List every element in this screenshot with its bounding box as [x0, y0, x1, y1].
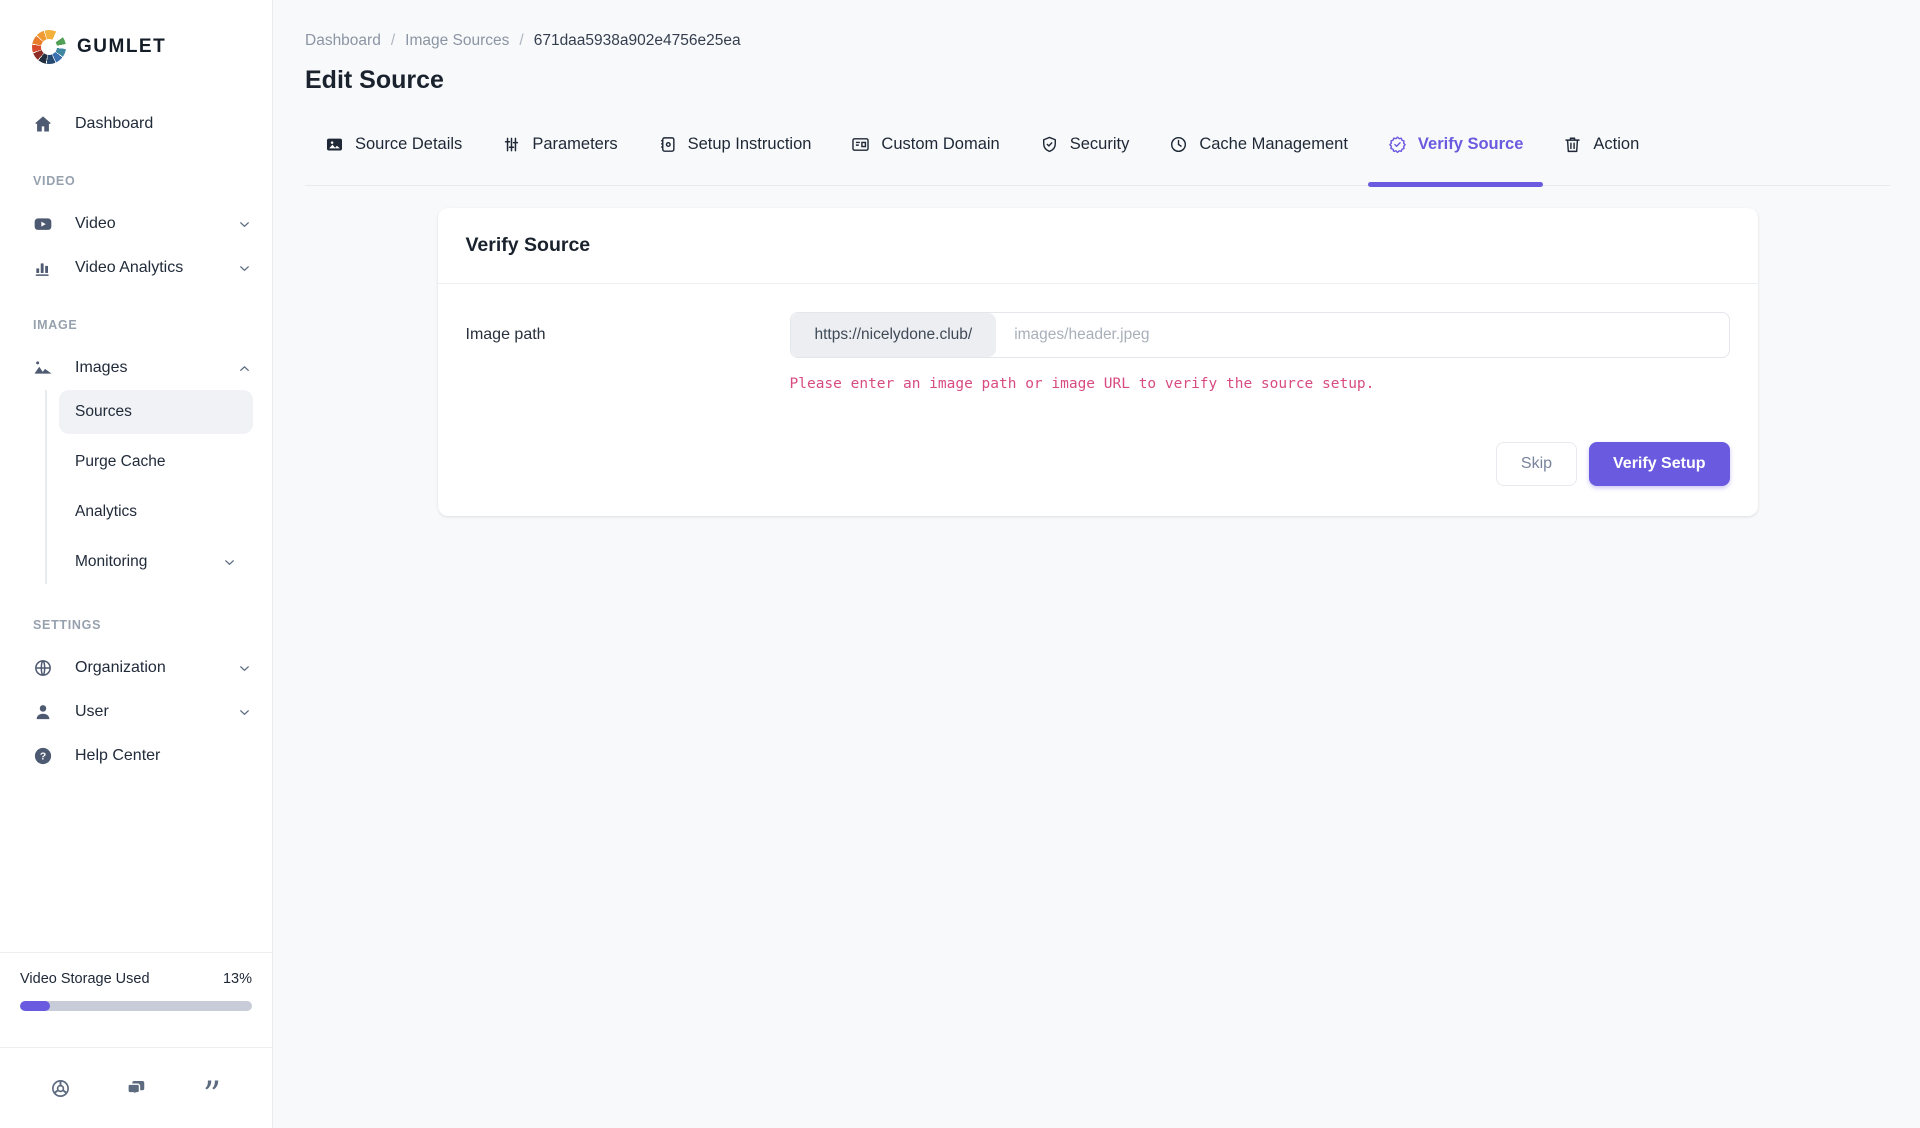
- card-header: Verify Source: [438, 208, 1758, 284]
- sidebar-section-label: SETTINGS: [0, 590, 272, 646]
- tab-label: Setup Instruction: [688, 131, 812, 157]
- trash-icon: [1563, 135, 1582, 154]
- sidebar: GUMLET Dashboard VIDEO Video Video Analytic…: [0, 0, 273, 1128]
- verify-source-card: Verify Source Image path https://nicelyd…: [438, 208, 1758, 516]
- sidebar-subitem-label: Sources: [75, 403, 132, 421]
- card-title: Verify Source: [466, 234, 1730, 257]
- tab-security[interactable]: Security: [1020, 131, 1150, 185]
- tab-source-details[interactable]: Source Details: [305, 131, 482, 185]
- storage-percent: 13%: [223, 971, 252, 987]
- user-icon: [33, 702, 53, 722]
- sidebar-item-label: Help Center: [75, 747, 160, 765]
- chevron-down-icon: [237, 261, 252, 276]
- tab-label: Action: [1593, 131, 1639, 157]
- storage-label: Video Storage Used: [20, 971, 150, 987]
- tab-custom-domain[interactable]: Custom Domain: [831, 131, 1019, 185]
- sidebar-item-label: Images: [75, 359, 127, 377]
- video-icon: [33, 214, 53, 234]
- chat-icon[interactable]: [124, 1076, 148, 1100]
- breadcrumb-item[interactable]: Image Sources: [405, 32, 509, 50]
- breadcrumb-separator: /: [391, 32, 395, 50]
- tab-label: Security: [1070, 131, 1130, 157]
- sliders-icon: [502, 135, 521, 154]
- sidebar-item-label: Dashboard: [75, 115, 153, 133]
- tab-label: Verify Source: [1418, 131, 1523, 157]
- brand-name: GUMLET: [77, 36, 166, 58]
- sidebar-item-user[interactable]: User: [0, 690, 272, 734]
- browser-icon: [851, 135, 870, 154]
- help-icon: ?: [33, 746, 53, 766]
- sidebar-item-label: Organization: [75, 659, 166, 677]
- sidebar-item-video[interactable]: Video: [0, 202, 272, 246]
- sidebar-item-help-center[interactable]: ? Help Center: [0, 734, 272, 778]
- book-icon: [658, 135, 677, 154]
- tab-bar: Source Details Parameters Setup Instructio…: [305, 131, 1890, 186]
- quote-icon[interactable]: ”: [200, 1076, 224, 1100]
- image-filled-icon: [325, 135, 344, 154]
- sidebar-subitem-purge-cache[interactable]: Purge Cache: [59, 440, 253, 484]
- gumlet-logo-icon: [32, 30, 66, 64]
- badge-check-icon: [1388, 135, 1407, 154]
- support-icon[interactable]: [48, 1076, 72, 1100]
- analytics-icon: [33, 258, 53, 278]
- validation-error-message: Please enter an image path or image URL …: [790, 376, 1730, 392]
- tab-label: Cache Management: [1199, 131, 1348, 157]
- image-path-label: Image path: [466, 326, 790, 344]
- storage-block: Video Storage Used 13%: [0, 952, 272, 1031]
- sidebar-subitem-sources[interactable]: Sources: [59, 390, 253, 434]
- chevron-down-icon: [222, 555, 237, 570]
- image-path-input-group: https://nicelydone.club/: [790, 312, 1730, 358]
- chevron-up-icon: [237, 361, 252, 376]
- tab-action[interactable]: Action: [1543, 131, 1659, 185]
- sidebar-item-video-analytics[interactable]: Video Analytics: [0, 246, 272, 290]
- breadcrumb: Dashboard / Image Sources / 671daa5938a902e4…: [305, 32, 1890, 50]
- sidebar-item-images[interactable]: Images: [0, 346, 272, 390]
- sidebar-subitem-label: Monitoring: [75, 553, 147, 571]
- sidebar-section-label: IMAGE: [0, 290, 272, 346]
- tab-cache-management[interactable]: Cache Management: [1149, 131, 1368, 185]
- url-prefix: https://nicelydone.club/: [791, 313, 997, 357]
- brand-logo-link[interactable]: GUMLET: [0, 0, 272, 64]
- storage-progress-fill: [20, 1001, 50, 1011]
- image-path-input[interactable]: [996, 313, 1728, 357]
- storage-progress-track: [20, 1001, 252, 1011]
- globe-icon: [33, 658, 53, 678]
- chevron-down-icon: [237, 705, 252, 720]
- home-icon: [33, 114, 53, 134]
- page-title: Edit Source: [305, 66, 1890, 95]
- sidebar-item-label: Video: [75, 215, 116, 233]
- breadcrumb-separator: /: [519, 32, 523, 50]
- card-body: Image path https://nicelydone.club/ Plea…: [438, 284, 1758, 516]
- verify-setup-button[interactable]: Verify Setup: [1589, 442, 1729, 486]
- clock-icon: [1169, 135, 1188, 154]
- tab-label: Parameters: [532, 131, 617, 157]
- chevron-down-icon: [237, 217, 252, 232]
- chevron-down-icon: [237, 661, 252, 676]
- sidebar-subitem-label: Purge Cache: [75, 453, 165, 471]
- tab-label: Source Details: [355, 131, 462, 157]
- breadcrumb-item: 671daa5938a902e4756e25ea: [534, 32, 741, 50]
- sidebar-section-label: VIDEO: [0, 146, 272, 202]
- tab-label: Custom Domain: [881, 131, 999, 157]
- sidebar-subitem-analytics[interactable]: Analytics: [59, 490, 253, 534]
- tab-verify-source[interactable]: Verify Source: [1368, 131, 1543, 185]
- sidebar-item-organization[interactable]: Organization: [0, 646, 272, 690]
- sidebar-footer: ”: [0, 1047, 272, 1128]
- sidebar-item-label: Video Analytics: [75, 259, 183, 277]
- sidebar-subgroup-images: Sources Purge Cache Analytics Monitoring: [45, 390, 272, 584]
- shield-icon: [1040, 135, 1059, 154]
- sidebar-item-dashboard[interactable]: Dashboard: [0, 102, 272, 146]
- sidebar-item-label: User: [75, 703, 109, 721]
- breadcrumb-item[interactable]: Dashboard: [305, 32, 381, 50]
- tab-setup-instruction[interactable]: Setup Instruction: [638, 131, 832, 185]
- svg-text:?: ?: [40, 752, 46, 763]
- sidebar-subitem-monitoring[interactable]: Monitoring: [59, 540, 253, 584]
- image-icon: [33, 358, 53, 378]
- sidebar-subitem-label: Analytics: [75, 503, 137, 521]
- card-actions: Skip Verify Setup: [466, 442, 1730, 486]
- main-content: Dashboard / Image Sources / 671daa5938a902e4…: [273, 0, 1920, 1128]
- skip-button[interactable]: Skip: [1496, 442, 1577, 486]
- tab-parameters[interactable]: Parameters: [482, 131, 637, 185]
- sidebar-nav: Dashboard VIDEO Video Video Analytics IMAGE I…: [0, 102, 272, 778]
